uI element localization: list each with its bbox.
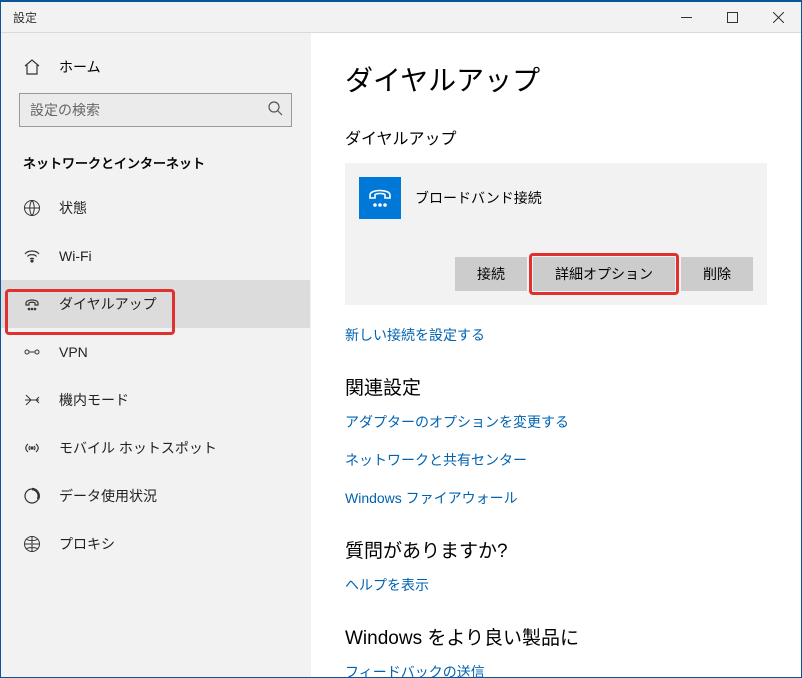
sidebar-item-datausage[interactable]: データ使用状況: [1, 472, 310, 520]
show-help-link[interactable]: ヘルプを表示: [345, 575, 767, 595]
vpn-icon: [23, 343, 41, 361]
titlebar: 設定: [1, 2, 801, 32]
search-field[interactable]: [30, 102, 267, 118]
feedback-title: Windows をより良い製品に: [345, 623, 767, 650]
connection-icon: [359, 177, 401, 219]
data-usage-icon: [23, 487, 41, 505]
sidebar-item-airplane[interactable]: 機内モード: [1, 376, 310, 424]
sidebar-item-vpn[interactable]: VPN: [1, 328, 310, 376]
sidebar: ホーム ネットワークとインターネット: [1, 33, 311, 677]
connection-card[interactable]: ブロードバンド接続 接続 詳細オプション 削除: [345, 163, 767, 305]
home-label: ホーム: [59, 57, 101, 77]
sidebar-item-dialup[interactable]: ダイヤルアップ: [1, 280, 310, 328]
sidebar-item-label: Wi-Fi: [59, 248, 92, 264]
advanced-options-button[interactable]: 詳細オプション: [533, 257, 675, 291]
sidebar-item-label: データ使用状況: [59, 486, 157, 506]
home-icon: [23, 58, 41, 76]
wifi-icon: [23, 247, 41, 265]
sidebar-item-hotspot[interactable]: モバイル ホットスポット: [1, 424, 310, 472]
firewall-link[interactable]: Windows ファイアウォール: [345, 488, 767, 508]
sidebar-item-label: モバイル ホットスポット: [59, 438, 217, 458]
minimize-button[interactable]: [663, 2, 709, 32]
page-subtitle: ダイヤルアップ: [345, 125, 767, 149]
help-title: 質問がありますか?: [345, 536, 767, 563]
globe-grid-icon: [23, 199, 41, 217]
sidebar-item-label: VPN: [59, 344, 88, 360]
sidebar-item-label: 状態: [59, 198, 87, 218]
hotspot-icon: [23, 439, 41, 457]
sidebar-item-wifi[interactable]: Wi-Fi: [1, 232, 310, 280]
sidebar-item-status[interactable]: 状態: [1, 184, 310, 232]
sidebar-item-label: プロキシ: [59, 534, 115, 554]
sidebar-item-label: 機内モード: [59, 390, 129, 410]
category-label: ネットワークとインターネット: [1, 137, 310, 184]
connect-button[interactable]: 接続: [455, 257, 527, 291]
window-title: 設定: [13, 9, 37, 26]
dialup-icon: [23, 295, 41, 313]
sharing-center-link[interactable]: ネットワークと共有センター: [345, 450, 767, 470]
content-area: ダイヤルアップ ダイヤルアップ ブロードバンド接続 接続 詳細オプション: [311, 33, 801, 677]
close-button[interactable]: [755, 2, 801, 32]
maximize-button[interactable]: [709, 2, 755, 32]
proxy-icon: [23, 535, 41, 553]
airplane-icon: [23, 391, 41, 409]
delete-button[interactable]: 削除: [681, 257, 753, 291]
page-title: ダイヤルアップ: [345, 59, 767, 99]
search-icon: [267, 100, 283, 121]
sidebar-item-proxy[interactable]: プロキシ: [1, 520, 310, 568]
search-input[interactable]: [19, 93, 292, 127]
sidebar-item-label: ダイヤルアップ: [59, 294, 157, 314]
home-button[interactable]: ホーム: [1, 47, 310, 87]
connection-name: ブロードバンド接続: [415, 188, 542, 208]
send-feedback-link[interactable]: フィードバックの送信: [345, 662, 767, 677]
related-settings-title: 関連設定: [345, 373, 767, 400]
adapter-options-link[interactable]: アダプターのオプションを変更する: [345, 412, 767, 432]
new-connection-link[interactable]: 新しい接続を設定する: [345, 325, 767, 345]
